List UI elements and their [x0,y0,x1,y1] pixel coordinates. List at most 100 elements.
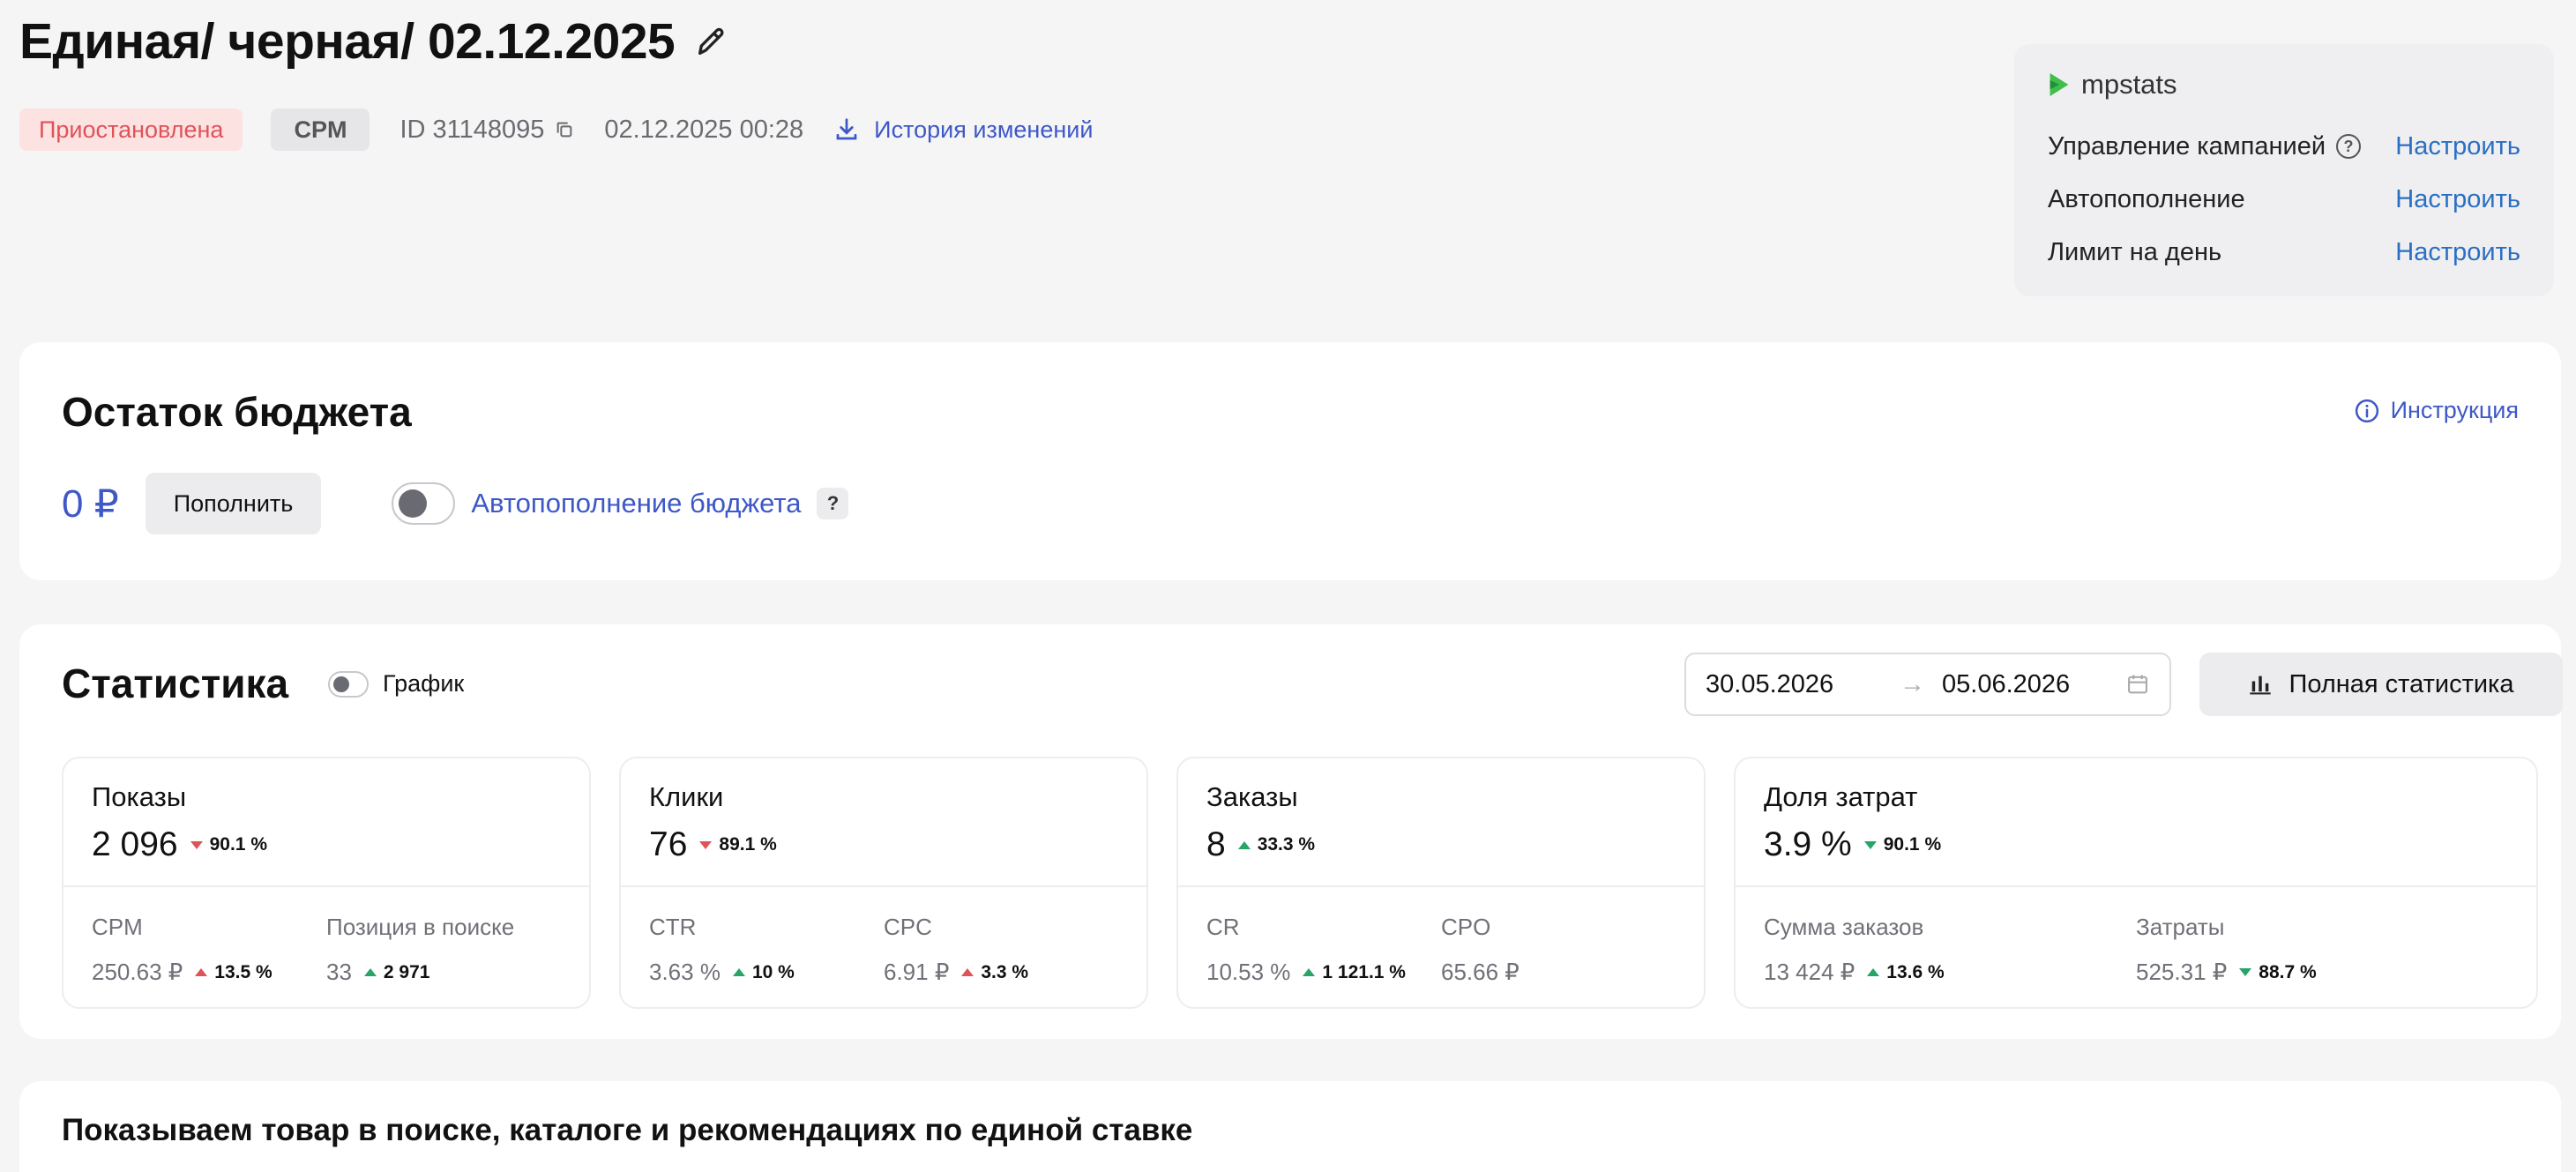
type-badge: CPM [271,108,370,151]
full-stats-label: Полная статистика [2289,669,2514,698]
metric-card-cost-share: Доля затрат 3.9 % 90.1 % Сумма заказов 1… [1734,757,2538,1009]
configure-autotopup-link[interactable]: Настроить [2395,185,2520,214]
metric-value: 3.9 % [1764,825,1852,863]
submetric-label: CPC [884,914,932,940]
title-row: Единая/ черная/ 02.12.2025 [19,12,729,71]
metric-name: Клики [649,781,724,812]
stats-title: Статистика [62,661,289,706]
metric-name: Показы [92,781,187,812]
history-link[interactable]: История изменений [833,116,1093,144]
submetric-label: Сумма заказов [1764,914,1924,940]
mpstats-panel: mpstats Управление кампанией ? Настроить… [2014,44,2554,296]
mpstats-row-autotopup: Автопополнение Настроить [2048,173,2520,226]
mpstats-row-daily-limit: Лимит на день Настроить [2048,226,2520,279]
metric-value: 2 096 [92,825,178,863]
campaign-datetime: 02.12.2025 00:28 [604,115,804,144]
metric-delta: 90.1 % [190,834,267,855]
mpstats-row-label: Лимит на день [2048,237,2222,266]
submetric-delta: 88.7 % [2239,962,2317,983]
submetric-delta: 13.5 % [195,962,273,983]
auto-topup-toggle[interactable] [392,482,456,525]
triangle-up-icon [1867,968,1880,976]
submetric-label: CTR [649,914,697,940]
chart-toggle-group: График [328,670,464,698]
submetric-delta: 13.6 % [1867,962,1945,983]
placement-description: Показываем товар в поиске, каталоге и ре… [62,1113,1193,1147]
metric-value: 76 [649,825,688,863]
toggle-knob [333,676,349,692]
date-to[interactable]: 05.06.2026 [1942,670,2125,699]
submetric-delta: 2 971 [363,962,429,983]
mpstats-logo: mpstats [2048,69,2520,101]
submetric-value: 525.31 ₽ [2136,959,2228,985]
submetric-value: 65.66 ₽ [1441,959,1519,985]
submetric-delta: 10 % [732,962,795,983]
submetric-label: Позиция в поиске [326,914,515,940]
submetric-value: 33 [326,959,352,985]
chart-toggle[interactable] [328,670,369,698]
bar-chart-icon [2250,676,2272,695]
triangle-down-icon [190,840,203,849]
metric-card-impressions: Показы 2 096 90.1 % CPM 250.63 ₽ 13.5 % … [62,757,591,1009]
submetric-value: 250.63 ₽ [92,959,183,985]
budget-title: Остаток бюджета [62,389,412,435]
submetric: Сумма заказов 13 424 ₽ 13.6 % [1764,914,2136,986]
submetric: Позиция в поиске 33 2 971 [326,914,561,986]
triangle-up-icon [732,968,745,976]
download-icon [836,118,857,140]
mpstats-row-campaign: Управление кампанией ? Настроить [2048,120,2520,173]
triangle-down-icon [2239,968,2252,976]
status-badge: Приостановлена [19,108,243,151]
configure-campaign-link[interactable]: Настроить [2395,132,2520,161]
date-from[interactable]: 30.05.2026 [1706,670,1900,699]
info-icon [2355,399,2378,422]
submetric-delta: 1 121.1 % [1303,962,1406,983]
edit-pencil-icon[interactable] [694,24,729,59]
full-stats-button[interactable]: Полная статистика [2199,653,2563,716]
help-icon[interactable]: ? [817,488,849,519]
submetric: CR 10.53 % 1 121.1 % [1206,914,1441,986]
toggle-knob [399,489,428,518]
budget-card: Остаток бюджета Инструкция 0 ₽ Пополнить… [19,342,2561,580]
mpstats-logo-icon [2050,73,2069,96]
mpstats-row-label: Автопополнение [2048,184,2245,213]
instruction-label: Инструкция [2390,397,2519,423]
metric-value: 8 [1206,825,1226,863]
metric-delta: 33.3 % [1237,834,1315,855]
triangle-down-icon [699,840,713,849]
help-circle-icon[interactable]: ? [2336,134,2362,159]
budget-amount: 0 ₽ [62,481,119,526]
submetric-label: CPO [1441,914,1491,940]
instruction-link[interactable]: Инструкция [2354,397,2519,424]
submetric-label: Затраты [2136,914,2225,940]
auto-topup-label[interactable]: Автопополнение бюджета [471,488,801,519]
topup-button[interactable]: Пополнить [145,473,322,534]
date-range-picker[interactable]: 30.05.2026 → 05.06.2026 [1684,653,2171,716]
submetric: Затраты 525.31 ₽ 88.7 % [2136,914,2508,986]
calendar-icon[interactable] [2125,672,2150,697]
campaign-page: Единая/ черная/ 02.12.2025 Приостановлен… [0,0,2576,1172]
mpstats-row-label: Управление кампанией [2048,131,2326,160]
submetric-value: 3.63 % [649,959,721,985]
submetric-delta: 3.3 % [961,962,1028,983]
submetric: CPO 65.66 ₽ [1441,914,1676,986]
campaign-id: ID 31148095 [399,115,545,144]
triangle-up-icon [195,968,208,976]
stats-card: Статистика График 30.05.2026 → 05.06.202… [19,624,2563,1039]
triangle-up-icon [961,968,974,976]
configure-daily-limit-link[interactable]: Настроить [2395,238,2520,267]
metric-delta: 90.1 % [1863,834,1941,855]
submetric-value: 13 424 ₽ [1764,959,1855,985]
triangle-up-icon [1303,968,1316,976]
submetric-label: CPM [92,914,143,940]
budget-row: 0 ₽ Пополнить Автопополнение бюджета ? [62,473,849,534]
submetric-value: 10.53 % [1206,959,1291,985]
meta-row: Приостановлена CPM ID 31148095 02.12.202… [19,108,1093,152]
metric-name: Доля затрат [1764,781,1918,812]
arrow-right-icon: → [1900,669,1925,698]
triangle-up-icon [1237,840,1251,849]
chart-toggle-label: График [383,670,465,697]
submetric-label: CR [1206,914,1240,940]
copy-icon[interactable] [555,120,574,139]
metric-name: Заказы [1206,781,1298,812]
